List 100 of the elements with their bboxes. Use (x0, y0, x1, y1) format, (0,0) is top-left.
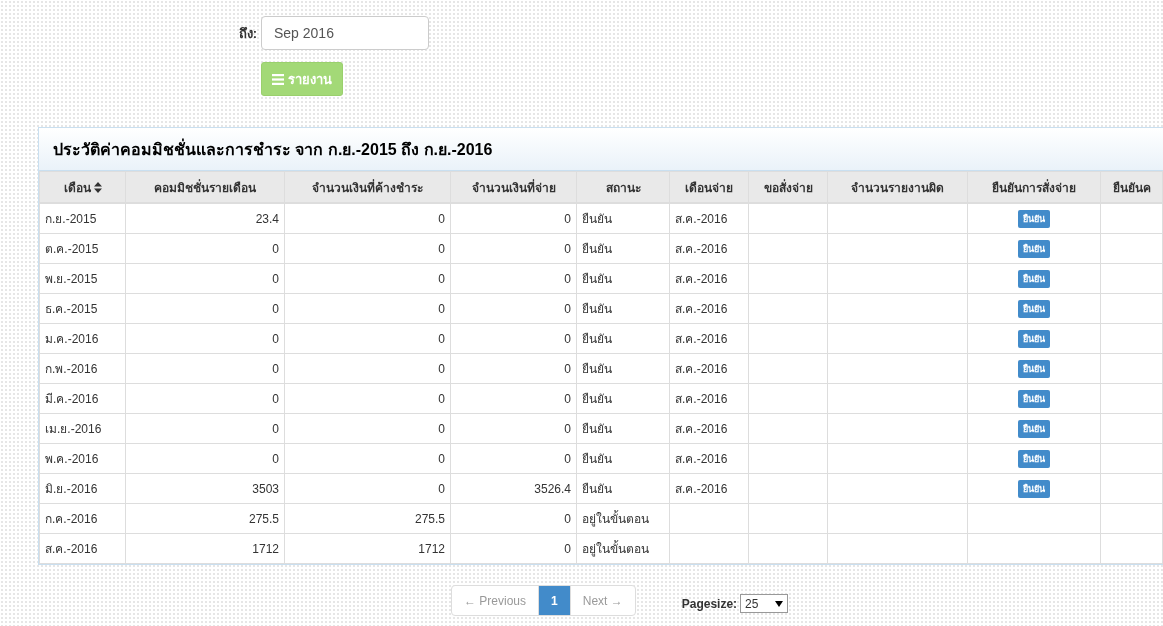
table-cell: 0 (438, 211, 445, 226)
table-cell: 0 (564, 511, 571, 526)
pagesize-select[interactable]: 25 (740, 594, 789, 613)
table-cell: ก.ย.-2015 (45, 212, 97, 226)
table-cell: 3503 (252, 481, 279, 496)
table-cell: ยืนยัน (582, 452, 612, 466)
table-cell: 23.4 (255, 211, 279, 226)
table-cell: 0 (564, 451, 571, 466)
table-cell: ยืนยัน (582, 332, 612, 346)
table-cell: ส.ค.-2016 (675, 422, 728, 436)
table-cell: 0 (564, 391, 571, 406)
table-cell: 0 (564, 331, 571, 346)
table-cell: 0 (438, 271, 445, 286)
column-header[interactable]: เดือน (39, 171, 126, 203)
table-cell: ส.ค.-2016 (675, 272, 728, 286)
table-cell: 0 (438, 331, 445, 346)
confirm-button[interactable]: ยืนยัน (1018, 389, 1050, 408)
table-cell: 0 (438, 391, 445, 406)
table-cell: อยู่ในขั้นตอน (582, 512, 649, 526)
field-label: ถึง: (237, 24, 257, 43)
table-cell: 0 (438, 451, 445, 466)
table-cell: 0 (272, 301, 279, 316)
table-cell: ยืนยัน (582, 242, 612, 256)
column-header: จำนวนรายงานผิด (827, 171, 968, 203)
table-cell: 0 (272, 361, 279, 376)
table-cell: พ.ย.-2015 (45, 272, 98, 286)
previous-button[interactable]: ← Previous (451, 585, 540, 616)
table-cell: ยืนยัน (582, 302, 612, 316)
confirm-button[interactable]: ยืนยัน (1018, 239, 1050, 258)
table-cell: ยืนยัน (582, 392, 612, 406)
table-cell: 0 (272, 421, 279, 436)
next-button[interactable]: Next → (569, 585, 636, 616)
table-cell: 0 (272, 391, 279, 406)
table-cell: ยืนยัน (582, 272, 612, 286)
dropdown-icon (775, 600, 784, 607)
table-cell: ยืนยัน (582, 362, 612, 376)
table-cell: 275.5 (414, 511, 445, 526)
table-cell: ม.ค.-2016 (45, 332, 99, 346)
column-header: จำนวนเงินที่จ่าย (450, 171, 577, 203)
table-cell: 0 (272, 451, 279, 466)
menu-icon (272, 73, 284, 85)
confirm-button[interactable]: ยืนยัน (1018, 359, 1050, 378)
column-header: ยืนยันค (1100, 171, 1163, 203)
table-cell: 0 (438, 481, 445, 496)
table-cell: ยืนยัน (582, 482, 612, 496)
confirm-button[interactable]: ยืนยัน (1018, 329, 1050, 348)
table-cell: 0 (564, 361, 571, 376)
page-button[interactable]: 1 (538, 585, 571, 616)
table-cell: 275.5 (248, 511, 279, 526)
confirm-button[interactable]: ยืนยัน (1018, 269, 1050, 288)
table-cell: อยู่ในขั้นตอน (582, 542, 649, 556)
table-cell: 0 (438, 241, 445, 256)
confirm-button[interactable]: ยืนยัน (1018, 419, 1050, 438)
column-header: สถานะ (576, 171, 670, 203)
table-cell: 0 (438, 301, 445, 316)
table-cell: ธ.ค.-2015 (45, 302, 98, 316)
date-field[interactable]: Sep 2016 (261, 16, 429, 50)
confirm-button[interactable]: ยืนยัน (1018, 209, 1050, 228)
table-cell: 0 (564, 541, 571, 556)
column-header: คอมมิชชั่นรายเดือน (125, 171, 285, 203)
table-cell: ส.ค.-2016 (675, 332, 728, 346)
table-cell: มิ.ย.-2016 (45, 482, 98, 496)
table-cell: 0 (272, 271, 279, 286)
table-cell: 0 (272, 331, 279, 346)
table-cell: ยืนยัน (582, 422, 612, 436)
table-cell: ส.ค.-2016 (675, 482, 728, 496)
table-cell: เม.ย.-2016 (45, 422, 102, 436)
confirm-button[interactable]: ยืนยัน (1018, 479, 1050, 498)
table-cell: 0 (564, 271, 571, 286)
table-cell: 1712 (418, 541, 445, 556)
table-cell: ส.ค.-2016 (675, 212, 728, 226)
table-cell: ยืนยัน (582, 212, 612, 226)
table-cell: ต.ค.-2015 (45, 242, 99, 256)
column-header: จำนวนเงินที่ค้างชำระ (284, 171, 451, 203)
table-cell: 0 (564, 241, 571, 256)
table-cell: 0 (564, 211, 571, 226)
table-cell: 3526.4 (534, 481, 571, 496)
table-cell: ส.ค.-2016 (675, 242, 728, 256)
confirm-button[interactable]: ยืนยัน (1018, 449, 1050, 468)
table-cell: 0 (564, 421, 571, 436)
table-cell: 0 (438, 421, 445, 436)
table-cell: ก.พ.-2016 (45, 362, 98, 376)
table-cell: ส.ค.-2016 (675, 452, 728, 466)
table-cell: ก.ค.-2016 (45, 512, 98, 526)
table-cell: ส.ค.-2016 (675, 302, 728, 316)
column-header: ขอสั่งจ่าย (748, 171, 828, 203)
table-cell: 0 (564, 301, 571, 316)
table-cell: ส.ค.-2016 (675, 392, 728, 406)
pagesize-label: Pagesize: (681, 596, 738, 611)
table-cell: 0 (438, 361, 445, 376)
table-cell: มี.ค.-2016 (45, 392, 99, 406)
table-cell: 1712 (252, 541, 279, 556)
table-cell: พ.ค.-2016 (45, 452, 99, 466)
table-cell: ส.ค.-2016 (45, 542, 98, 556)
column-header: เดือนจ่าย (669, 171, 749, 203)
table-cell: ส.ค.-2016 (675, 362, 728, 376)
column-header: ยืนยันการสั่งจ่าย (967, 171, 1101, 203)
confirm-button[interactable]: ยืนยัน (1018, 299, 1050, 318)
panel-title: ประวัติค่าคอมมิชชั่นและการชำระ จาก ก.ย.-2015 ถึง ก.ย.-2016 (53, 137, 493, 160)
table-cell: 0 (272, 241, 279, 256)
